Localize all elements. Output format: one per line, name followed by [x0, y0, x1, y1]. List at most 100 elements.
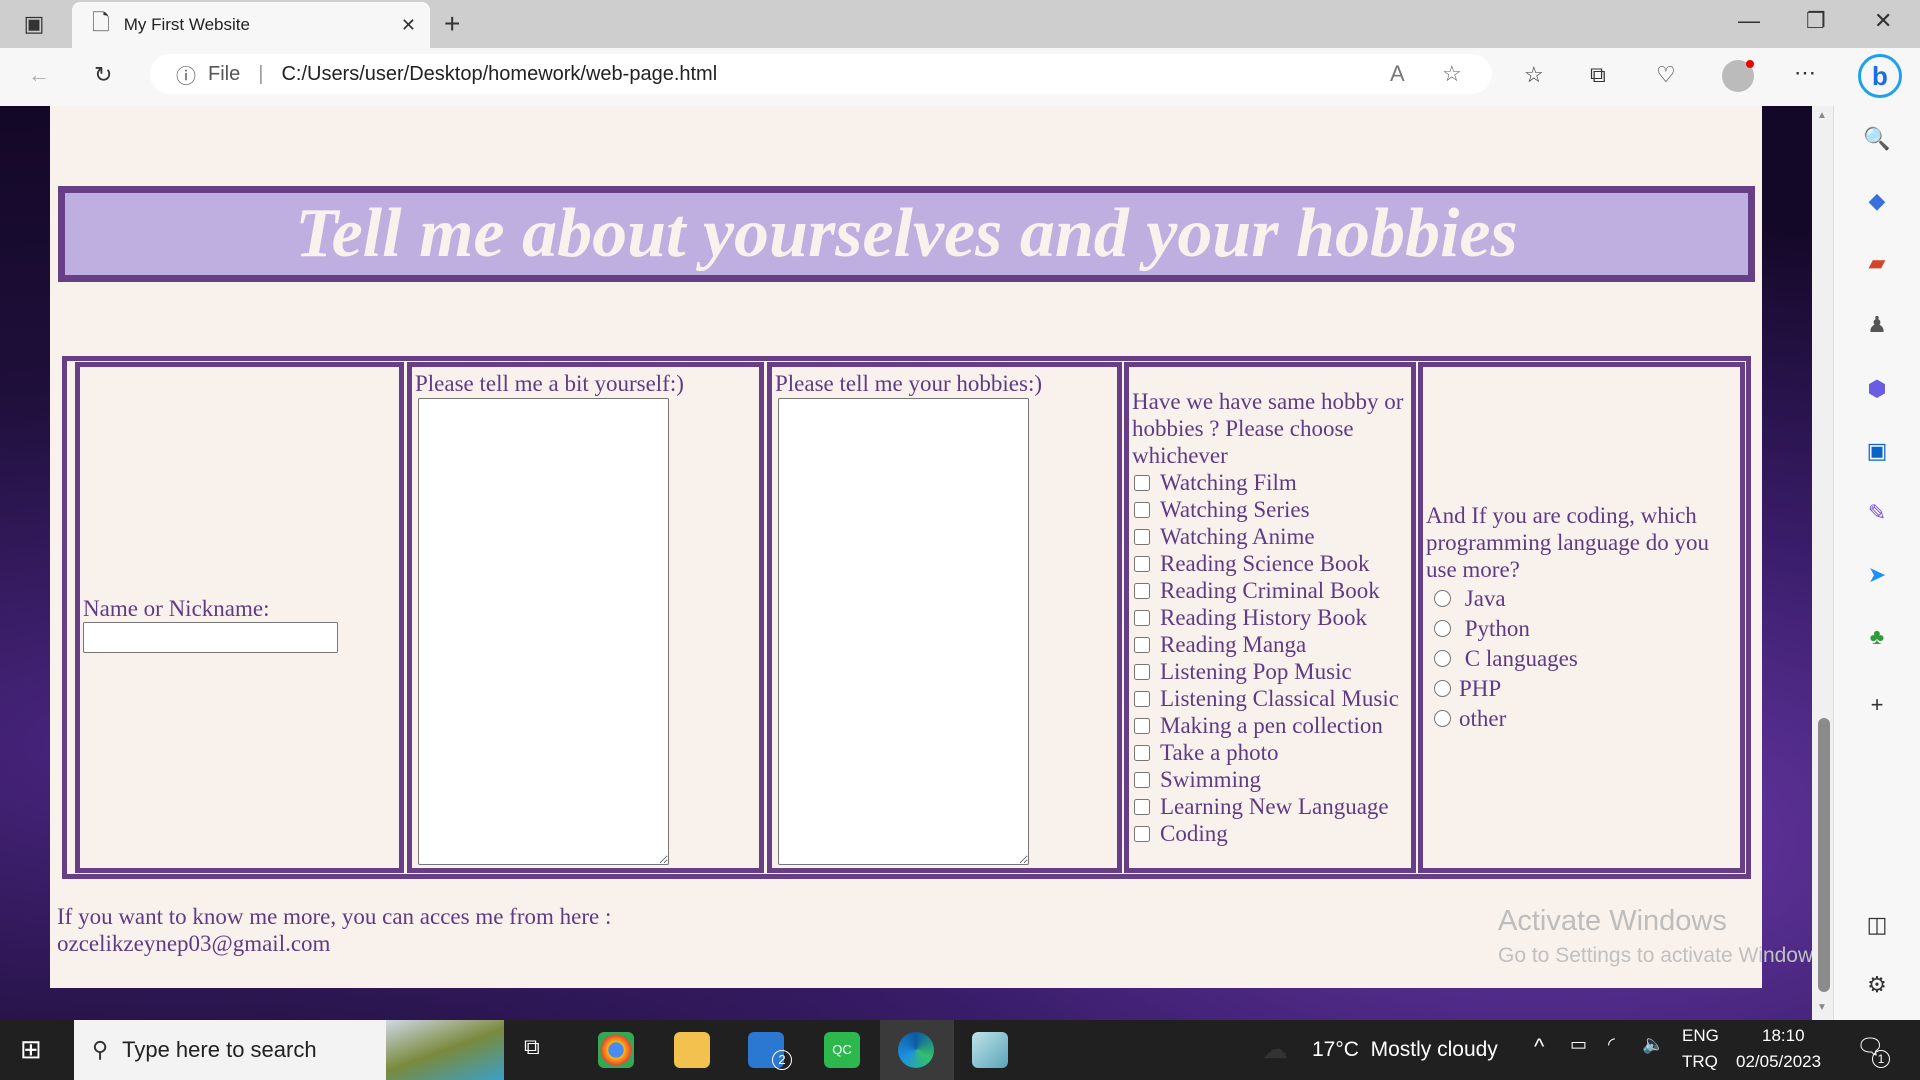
battery-icon[interactable]: ▭ — [1570, 1034, 1587, 1055]
hobby-checkbox[interactable] — [1134, 825, 1150, 842]
hobby-checkbox-item[interactable]: Listening Classical Music — [1132, 685, 1408, 712]
language-radio-item[interactable]: Python — [1426, 613, 1737, 643]
language-radio-item[interactable]: C languages — [1426, 643, 1737, 673]
hobby-checkbox-item[interactable]: Reading History Book — [1132, 604, 1408, 631]
wifi-icon[interactable]: ◜ — [1608, 1034, 1615, 1055]
language-label: Python — [1459, 615, 1530, 641]
info-icon[interactable]: ⓘ — [176, 60, 196, 89]
scroll-up-icon[interactable]: ▲ — [1817, 110, 1827, 121]
file-explorer-icon[interactable] — [674, 1032, 710, 1068]
scroll-down-icon[interactable]: ▼ — [1817, 1002, 1827, 1013]
language-radio-item[interactable]: PHP — [1426, 673, 1737, 703]
language-radio[interactable] — [1434, 619, 1451, 637]
edge-icon[interactable] — [898, 1032, 934, 1068]
read-aloud-icon[interactable]: A — [1390, 61, 1405, 87]
hobby-checkbox-item[interactable]: Coding — [1132, 820, 1408, 847]
clock-date[interactable]: 02/05/2023 — [1736, 1052, 1821, 1072]
hobby-checkbox-item[interactable]: Watching Series — [1132, 496, 1408, 523]
shopping-tag-icon[interactable]: ◆ — [1862, 186, 1892, 216]
hobby-checkbox[interactable] — [1134, 636, 1150, 653]
hobby-checkbox[interactable] — [1134, 771, 1150, 788]
scrollbar-thumb[interactable] — [1818, 718, 1830, 992]
hobby-checkbox[interactable] — [1134, 474, 1150, 491]
activate-windows-title: Activate Windows — [1498, 905, 1727, 937]
language-radio-cell: And If you are coding, which programming… — [1418, 362, 1745, 873]
hobby-checkbox-item[interactable]: Reading Criminal Book — [1132, 577, 1408, 604]
browser-essentials-icon[interactable]: ♡ — [1656, 62, 1676, 88]
address-bar[interactable]: ⓘ File | C:/Users/user/Desktop/homework/… — [150, 54, 1492, 94]
windows-start-icon[interactable]: ⊞ — [20, 1034, 42, 1065]
hobby-checkbox[interactable] — [1134, 663, 1150, 680]
hobby-checkbox-item[interactable]: Reading Manga — [1132, 631, 1408, 658]
tab-actions-icon[interactable]: ▣ — [22, 11, 46, 36]
notepad-icon[interactable] — [972, 1032, 1008, 1068]
settings-icon[interactable]: ⚙ — [1862, 970, 1892, 1000]
name-input[interactable] — [83, 621, 338, 653]
outlook-icon[interactable]: ▣ — [1862, 436, 1892, 466]
hobby-checkbox[interactable] — [1134, 555, 1150, 572]
collections-icon[interactable]: ⧉ — [1590, 62, 1606, 88]
tree-icon[interactable]: ♣ — [1862, 622, 1892, 652]
show-hidden-icons[interactable]: ^ — [1534, 1034, 1544, 1060]
more-icon[interactable]: ⋯ — [1794, 60, 1816, 86]
language-radio-item[interactable]: Java — [1426, 583, 1737, 613]
add-favorite-icon[interactable]: ☆ — [1442, 61, 1462, 87]
weather-text[interactable]: 17°C Mostly cloudy — [1312, 1038, 1498, 1062]
keyboard-layout[interactable]: TRQ — [1682, 1052, 1718, 1072]
mail-badge: 2 — [772, 1050, 792, 1070]
designer-icon[interactable]: ✎ — [1862, 498, 1892, 528]
bing-chat-icon[interactable]: b — [1858, 54, 1902, 98]
clock-time[interactable]: 18:10 — [1762, 1026, 1805, 1046]
search-icon[interactable]: 🔍 — [1862, 124, 1892, 154]
sidebar-toggle-icon[interactable]: ◫ — [1862, 910, 1892, 940]
taskbar-search[interactable]: ⚲ Type here to search — [74, 1020, 504, 1080]
hobby-checkbox-item[interactable]: Reading Science Book — [1132, 550, 1408, 577]
hobby-checkbox-item[interactable]: Listening Pop Music — [1132, 658, 1408, 685]
language-radio[interactable] — [1434, 649, 1451, 667]
language-code[interactable]: ENG — [1682, 1026, 1719, 1046]
new-tab-icon[interactable]: + — [444, 8, 460, 40]
add-icon[interactable]: + — [1862, 690, 1892, 720]
hobbies-textarea[interactable] — [778, 398, 1029, 865]
hobby-label: Making a pen collection — [1160, 713, 1383, 738]
volume-icon[interactable]: 🔈 — [1642, 1034, 1664, 1055]
task-view-icon[interactable]: ⧉ — [524, 1034, 540, 1060]
refresh-icon[interactable]: ↻ — [94, 62, 112, 88]
microsoft365-icon[interactable]: ⬢ — [1862, 374, 1892, 404]
hobby-checkbox-item[interactable]: Watching Film — [1132, 469, 1408, 496]
favorites-icon[interactable]: ☆ — [1524, 62, 1544, 88]
games-icon[interactable]: ♟ — [1862, 310, 1892, 340]
about-textarea[interactable] — [418, 398, 669, 865]
hobby-label: Learning New Language — [1160, 794, 1389, 819]
hobby-checkbox-item[interactable]: Making a pen collection — [1132, 712, 1408, 739]
restore-icon[interactable]: ❐ — [1806, 8, 1826, 34]
language-radio[interactable] — [1434, 589, 1451, 607]
language-radio[interactable] — [1434, 679, 1451, 697]
chrome-icon[interactable] — [598, 1032, 634, 1068]
hobby-checkbox-item[interactable]: Take a photo — [1132, 739, 1408, 766]
hobby-checkbox[interactable] — [1134, 717, 1150, 734]
hobby-checkbox-cell: Have we have same hobby or hobbies ? Ple… — [1124, 362, 1416, 873]
hobby-checkbox[interactable] — [1134, 744, 1150, 761]
language-radio-item[interactable]: other — [1426, 703, 1737, 733]
hobby-checkbox[interactable] — [1134, 690, 1150, 707]
language-radio[interactable] — [1434, 709, 1451, 727]
tab-my-first-website[interactable]: 🗋 My First Website ✕ — [72, 2, 430, 48]
hobby-checkbox-item[interactable]: Watching Anime — [1132, 523, 1408, 550]
qc-app-icon[interactable]: QC — [824, 1032, 860, 1068]
hobby-checkbox[interactable] — [1134, 528, 1150, 545]
hobby-checkbox[interactable] — [1134, 501, 1150, 518]
close-tab-icon[interactable]: ✕ — [401, 15, 416, 36]
weather-icon[interactable]: ☁ — [1262, 1034, 1288, 1065]
close-window-icon[interactable]: ✕ — [1874, 8, 1892, 34]
back-icon[interactable]: ← — [28, 62, 50, 88]
hobby-checkbox[interactable] — [1134, 609, 1150, 626]
url-text[interactable]: C:/Users/user/Desktop/homework/web-page.… — [281, 63, 717, 86]
hobby-checkbox-item[interactable]: Swimming — [1132, 766, 1408, 793]
hobby-checkbox[interactable] — [1134, 582, 1150, 599]
hobby-checkbox[interactable] — [1134, 798, 1150, 815]
send-icon[interactable]: ➤ — [1862, 560, 1892, 590]
tools-icon[interactable]: ▰ — [1862, 248, 1892, 278]
minimize-icon[interactable]: — — [1738, 8, 1760, 34]
hobby-checkbox-item[interactable]: Learning New Language — [1132, 793, 1408, 820]
